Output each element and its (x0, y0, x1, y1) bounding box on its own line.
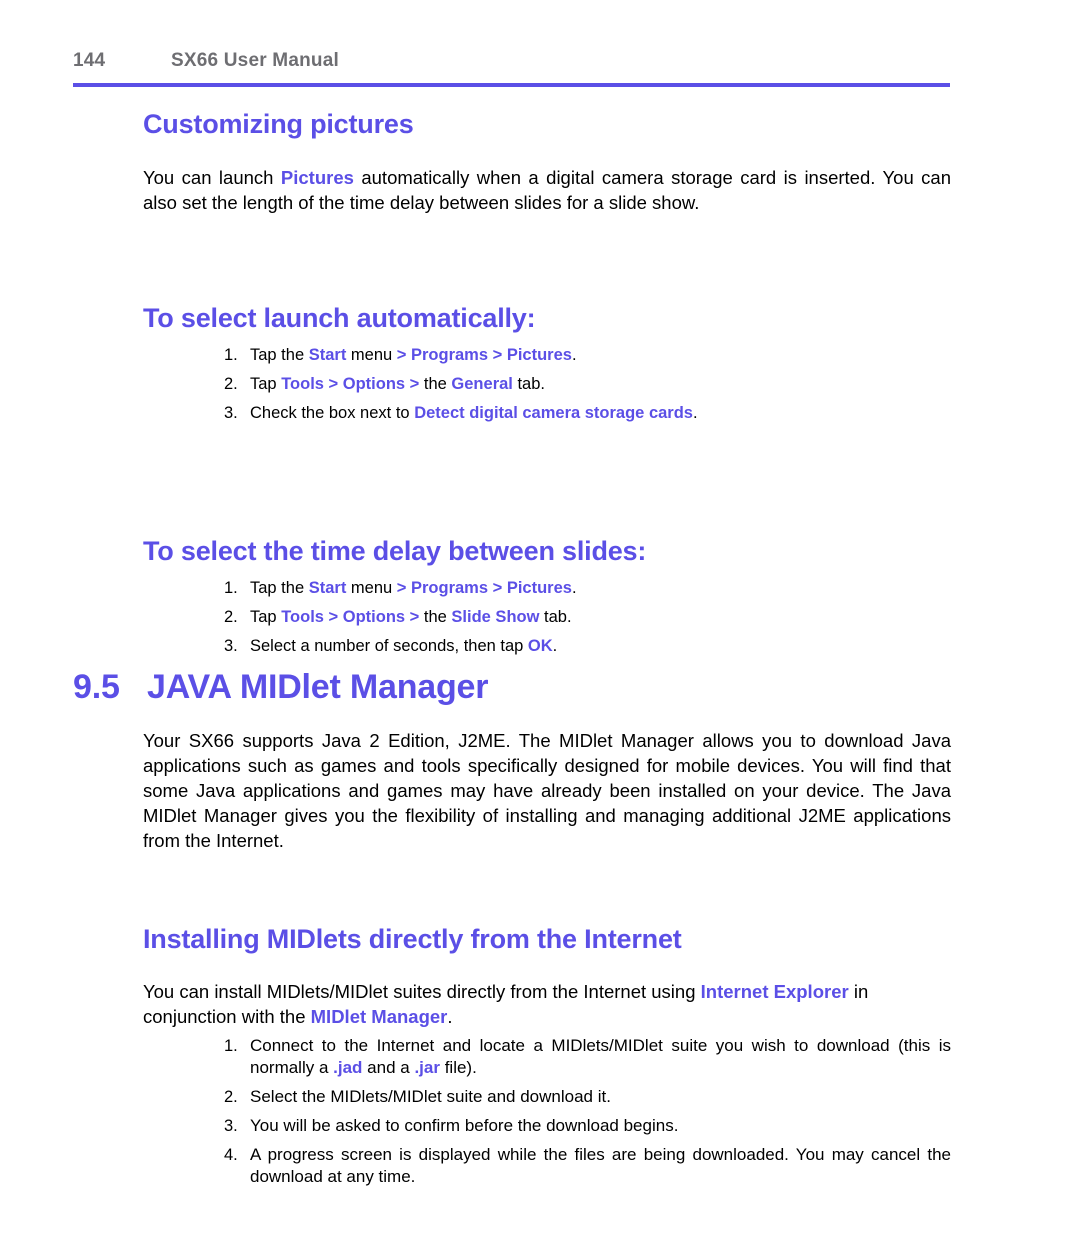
list-number: 2. (224, 375, 238, 393)
list-text: Tap Tools > Options > the General tab. (250, 374, 951, 395)
list-item: 1. Tap the Start menu > Programs > Pictu… (224, 578, 951, 599)
text-run: menu (346, 346, 397, 364)
highlight-ok: OK (527, 637, 553, 655)
list-number: 1. (224, 346, 238, 364)
list-number: 3. (224, 637, 238, 655)
text-run: . (552, 637, 558, 655)
section-number: 9.5 (73, 668, 120, 706)
page-number: 144 (73, 50, 106, 71)
list-number: 2. (224, 1088, 238, 1106)
highlight-slide-show: Slide Show (451, 608, 540, 626)
list-text: Select a number of seconds, then tap OK. (250, 636, 951, 657)
text-run: You can install MIDlets/MIDlet suites di… (143, 981, 701, 1002)
list-number: 4. (224, 1146, 238, 1164)
list-item: 2. Tap Tools > Options > the Slide Show … (224, 607, 951, 628)
text-run: You can launch (143, 167, 281, 188)
text-run: . (571, 579, 577, 597)
text-run: . (571, 346, 577, 364)
list-number: 3. (224, 1117, 238, 1135)
list-number: 1. (224, 579, 238, 597)
highlight-detect-storage-cards: Detect digital camera storage cards (414, 404, 693, 422)
list-text: Tap Tools > Options > the Slide Show tab… (250, 607, 951, 628)
list-item: 1. Tap the Start menu > Programs > Pictu… (224, 345, 951, 366)
text-run: Tap (250, 375, 282, 393)
highlight-start: Start (308, 579, 347, 597)
text-run: Select a number of seconds, then tap (250, 637, 528, 655)
list-text: Connect to the Internet and locate a MID… (250, 1035, 951, 1079)
heading-installing-midlets: Installing MIDlets directly from the Int… (143, 924, 682, 954)
text-run: Tap the (250, 579, 309, 597)
highlight-pictures: Pictures (280, 167, 354, 188)
heading-time-delay-between-slides: To select the time delay between slides: (143, 536, 647, 566)
highlight-general: General (451, 375, 513, 393)
text-run: the (419, 375, 452, 393)
text-run: the (419, 608, 452, 626)
text-run: tab. (539, 608, 572, 626)
list-item: 2. Select the MIDlets/MIDlet suite and d… (224, 1086, 951, 1108)
heading-java-midlet-manager: 9.5 JAVA MIDlet Manager (73, 668, 488, 707)
list-number: 1. (224, 1037, 238, 1055)
heading-customizing-pictures: Customizing pictures (143, 109, 414, 139)
list-text: A progress screen is displayed while the… (250, 1145, 951, 1186)
text-run: tab. (512, 375, 545, 393)
highlight-midlet-manager: MIDlet Manager (310, 1006, 448, 1027)
text-run: file). (439, 1058, 477, 1077)
paragraph-installing-midlets: You can install MIDlets/MIDlet suites di… (143, 979, 951, 1029)
list-number: 2. (224, 608, 238, 626)
text-run: Tap the (250, 346, 309, 364)
highlight-programs-pictures: > Programs > Pictures (396, 579, 572, 597)
list-select-launch: 1. Tap the Start menu > Programs > Pictu… (224, 345, 951, 424)
list-time-delay: 1. Tap the Start menu > Programs > Pictu… (224, 578, 951, 657)
document-page: 144 SX66 User Manual Customizing picture… (0, 0, 1080, 1259)
highlight-jad: .jad (333, 1058, 363, 1077)
text-run: menu (346, 579, 397, 597)
list-number: 3. (224, 404, 238, 422)
list-text: Select the MIDlets/MIDlet suite and down… (250, 1087, 611, 1106)
list-item: 3. You will be asked to confirm before t… (224, 1115, 951, 1137)
section-title: JAVA MIDlet Manager (147, 668, 489, 706)
highlight-programs-pictures: > Programs > Pictures (396, 346, 572, 364)
list-item: 4. A progress screen is displayed while … (224, 1144, 951, 1188)
highlight-tools-options: Tools > Options > (281, 608, 420, 626)
list-item: 1. Connect to the Internet and locate a … (224, 1035, 951, 1079)
highlight-jar: .jar (414, 1058, 440, 1077)
manual-title: SX66 User Manual (171, 50, 339, 71)
paragraph-customizing-pictures: You can launch Pictures automatically wh… (143, 165, 951, 215)
list-item: 3. Check the box next to Detect digital … (224, 403, 951, 424)
running-header: 144 SX66 User Manual (73, 50, 950, 72)
list-text: You will be asked to confirm before the … (250, 1116, 679, 1135)
highlight-internet-explorer: Internet Explorer (700, 981, 849, 1002)
highlight-tools-options: Tools > Options > (281, 375, 420, 393)
heading-select-launch-automatically: To select launch automatically: (143, 303, 536, 333)
list-item: 3. Select a number of seconds, then tap … (224, 636, 951, 657)
paragraph-java-midlet-manager: Your SX66 supports Java 2 Edition, J2ME.… (143, 730, 951, 851)
list-installing-midlets: 1. Connect to the Internet and locate a … (224, 1035, 951, 1188)
text-run: and a (362, 1058, 415, 1077)
text-run: Check the box next to (250, 404, 415, 422)
text-run: Tap (250, 608, 282, 626)
highlight-start: Start (308, 346, 347, 364)
list-text: Check the box next to Detect digital cam… (250, 403, 951, 424)
list-text: Tap the Start menu > Programs > Pictures… (250, 345, 951, 366)
header-divider (73, 83, 950, 87)
text-run: . (447, 1006, 453, 1027)
list-item: 2. Tap Tools > Options > the General tab… (224, 374, 951, 395)
text-run: . (692, 404, 698, 422)
list-text: Tap the Start menu > Programs > Pictures… (250, 578, 951, 599)
